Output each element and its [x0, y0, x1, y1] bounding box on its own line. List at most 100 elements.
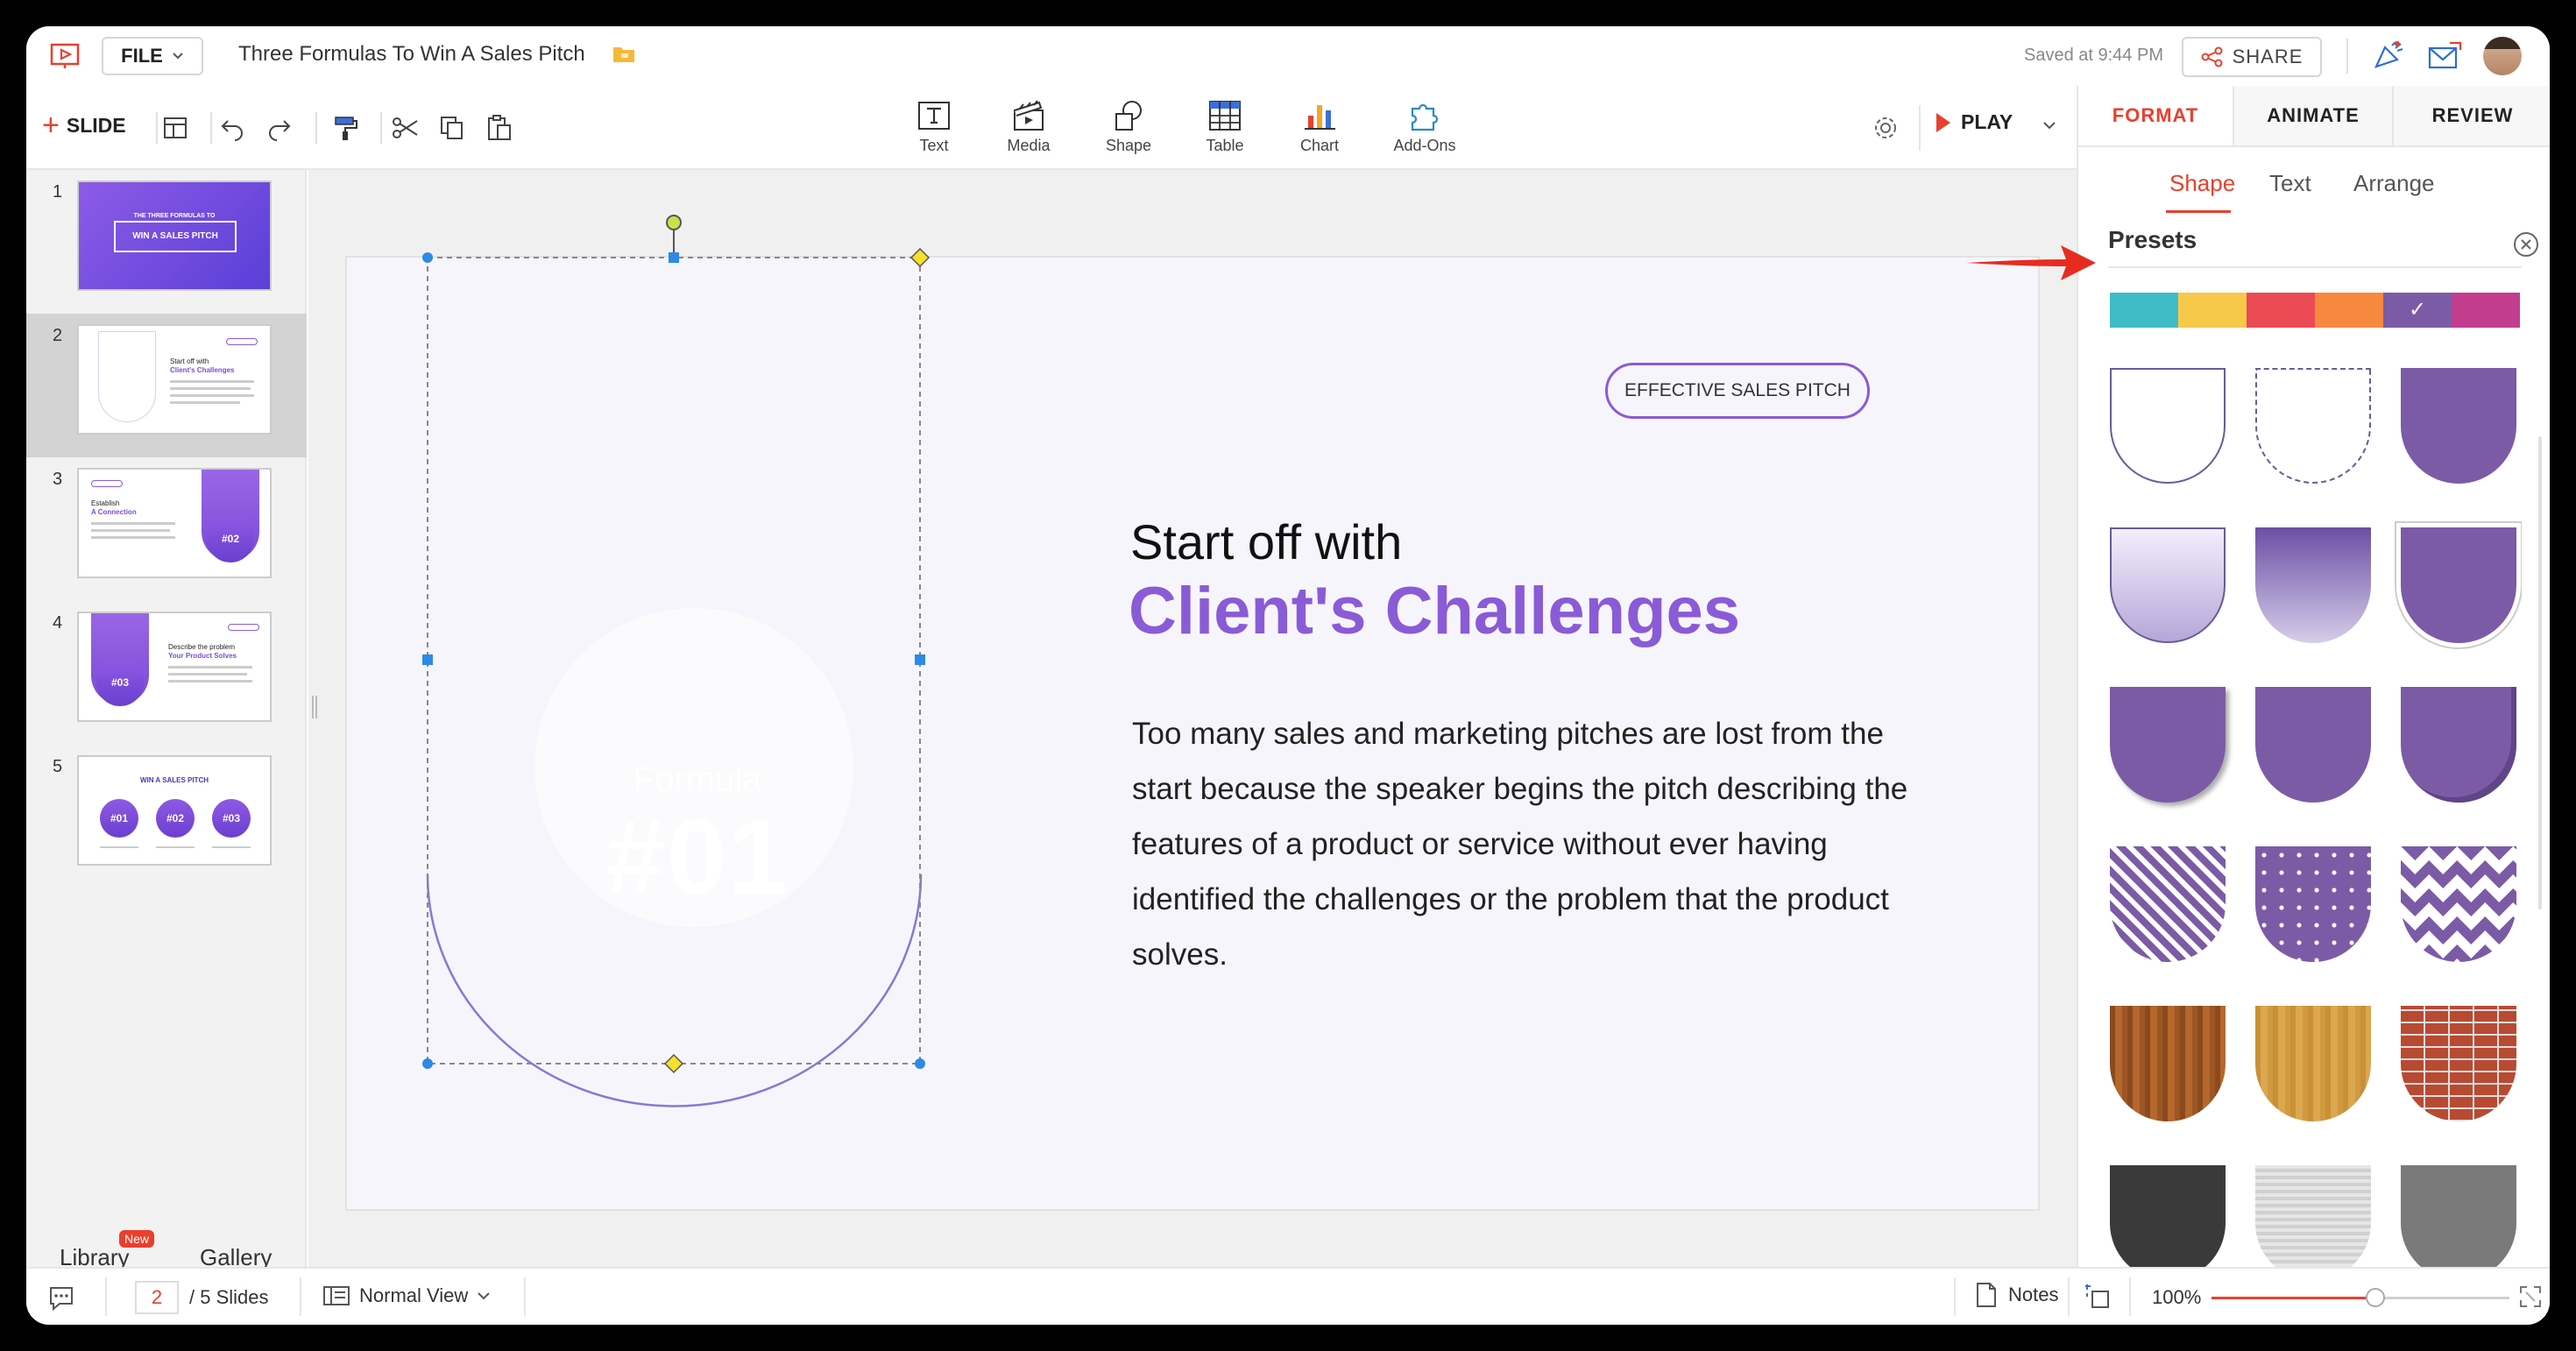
- normal-view-icon: [323, 1286, 350, 1305]
- preset-stripes[interactable]: [2110, 846, 2226, 962]
- insert-table-tool[interactable]: Table: [1181, 98, 1269, 159]
- palette-orange[interactable]: [2315, 293, 2383, 328]
- fit-to-selection-icon[interactable]: [2084, 1283, 2113, 1312]
- share-button[interactable]: SHARE: [2182, 37, 2322, 77]
- announcement-icon[interactable]: [2371, 40, 2404, 72]
- palette-magenta[interactable]: [2452, 293, 2520, 328]
- subtab-arrange[interactable]: Arrange: [2353, 170, 2435, 197]
- close-icon[interactable]: [2511, 230, 2541, 259]
- redo-icon[interactable]: [263, 112, 294, 144]
- preset-flat[interactable]: [2255, 687, 2371, 803]
- presets-scrollbar[interactable]: [2538, 436, 2542, 909]
- slide-heading-line1[interactable]: Start off with: [1130, 513, 1402, 570]
- notes-button[interactable]: Notes: [1975, 1281, 2058, 1309]
- feedback-mail-icon[interactable]: [2427, 40, 2462, 72]
- undo-icon[interactable]: [217, 112, 249, 144]
- insert-shape-tool[interactable]: Shape: [1085, 98, 1172, 159]
- thumb-pre: Describe the problem: [168, 643, 236, 651]
- view-mode-dropdown[interactable]: Normal View: [322, 1284, 491, 1307]
- preset-dark-gray[interactable]: [2110, 1165, 2226, 1270]
- thumb-text-line: [168, 666, 252, 668]
- layout-icon[interactable]: [159, 112, 191, 144]
- slide-thumbnail-2[interactable]: 2 Start off with Client's Challenges: [26, 314, 307, 457]
- folder-icon[interactable]: [612, 44, 636, 65]
- divider: [524, 1277, 526, 1316]
- play-options-chevron-icon[interactable]: [2040, 116, 2059, 135]
- slide-thumbnail-panel: 1 THE THREE FORMULAS TO WIN A SALES PITC…: [26, 170, 307, 1270]
- paste-icon[interactable]: [484, 112, 515, 144]
- slide-canvas[interactable]: Formula #01 EFFECTIVE SALES PITCH Start …: [347, 215, 2038, 1209]
- divider: [2129, 1277, 2131, 1316]
- user-avatar[interactable]: [2483, 37, 2522, 75]
- preset-white-border[interactable]: [2401, 527, 2516, 643]
- preset-dark-gradient[interactable]: [2255, 527, 2371, 643]
- subtab-shape[interactable]: Shape: [2169, 170, 2235, 197]
- thumb-pill: [228, 624, 259, 631]
- annotation-arrow-icon: [1966, 245, 2096, 280]
- tab-review[interactable]: REVIEW: [2394, 86, 2550, 145]
- format-painter-icon[interactable]: [329, 112, 361, 144]
- insert-chart-tool[interactable]: Chart: [1276, 98, 1363, 159]
- thumb-text-line: [91, 529, 170, 532]
- slide-heading-line2[interactable]: Client's Challenges: [1129, 573, 1740, 649]
- palette-red[interactable]: [2247, 293, 2315, 328]
- slide-thumbnail-3[interactable]: 3 Establish A Connection #02: [26, 457, 307, 601]
- tag-pill[interactable]: EFFECTIVE SALES PITCH: [1605, 363, 1870, 419]
- preset-bevel[interactable]: [2401, 687, 2516, 803]
- divider: [210, 112, 212, 144]
- preset-solid[interactable]: [2401, 368, 2516, 484]
- preset-dashed-outline[interactable]: [2255, 368, 2371, 484]
- insert-text-tool[interactable]: Text: [890, 98, 978, 159]
- preset-dots[interactable]: [2255, 846, 2371, 962]
- file-menu-label: FILE: [121, 45, 163, 67]
- thumb-pre: Start off with: [170, 357, 209, 365]
- insert-media-tool[interactable]: Media: [985, 98, 1072, 159]
- slide-body-text[interactable]: Too many sales and marketing pitches are…: [1132, 706, 1947, 982]
- shape-selection-overlay[interactable]: [347, 205, 931, 1134]
- preset-zigzag[interactable]: [2401, 846, 2516, 962]
- preset-light-wood[interactable]: [2255, 1006, 2371, 1121]
- file-menu-button[interactable]: FILE: [102, 37, 203, 75]
- preset-light-gray[interactable]: [2255, 1165, 2371, 1270]
- palette-purple[interactable]: ✓: [2383, 293, 2452, 328]
- preset-mid-gray[interactable]: [2401, 1165, 2516, 1270]
- insert-addons-tool[interactable]: Add-Ons: [1381, 98, 1468, 159]
- tab-animate[interactable]: ANIMATE: [2234, 86, 2392, 145]
- zoom-slider-knob[interactable]: [2366, 1288, 2385, 1307]
- preset-shadow[interactable]: [2110, 687, 2226, 803]
- panel-resize-handle[interactable]: [312, 696, 317, 718]
- insert-text-label: Text: [919, 137, 949, 154]
- preset-outline[interactable]: [2110, 368, 2226, 484]
- settings-gear-icon[interactable]: [1870, 112, 1901, 144]
- subtab-text[interactable]: Text: [2269, 170, 2311, 197]
- play-button[interactable]: PLAY: [1936, 110, 2013, 134]
- comments-icon[interactable]: [46, 1283, 77, 1312]
- bar-chart-icon: [1305, 105, 1335, 130]
- slide-thumbnail-4[interactable]: 4 #03 Describe the problem Your Product …: [26, 601, 307, 745]
- new-slide-button[interactable]: + SLIDE: [42, 110, 126, 140]
- preset-dark-wood[interactable]: [2110, 1006, 2226, 1121]
- tab-format[interactable]: FORMAT: [2078, 86, 2233, 145]
- divider: [156, 112, 158, 144]
- preset-light-gradient[interactable]: [2110, 527, 2226, 643]
- slide-thumbnail-1[interactable]: 1 THE THREE FORMULAS TO WIN A SALES PITC…: [26, 170, 307, 314]
- preset-brick[interactable]: [2401, 1006, 2516, 1121]
- palette-yellow[interactable]: [2178, 293, 2247, 328]
- zoom-slider[interactable]: [2212, 1288, 2509, 1307]
- cut-icon[interactable]: [389, 112, 421, 144]
- show-app-logo-icon[interactable]: [49, 42, 81, 70]
- fit-to-screen-icon[interactable]: [2518, 1284, 2543, 1309]
- divider: [105, 1277, 107, 1316]
- thumb-title: WIN A SALES PITCH: [139, 776, 209, 784]
- view-mode-label: Normal View: [359, 1284, 469, 1306]
- slide-preview: Establish A Connection #02: [77, 468, 272, 578]
- panel-tabs: FORMAT ANIMATE REVIEW: [2078, 86, 2550, 147]
- palette-teal[interactable]: [2110, 293, 2178, 328]
- document-title[interactable]: Three Formulas To Win A Sales Pitch: [238, 42, 585, 67]
- thumb-text-line: [168, 673, 247, 676]
- notes-label: Notes: [2008, 1284, 2059, 1305]
- copy-icon[interactable]: [436, 112, 468, 144]
- slide-thumbnail-5[interactable]: 5 WIN A SALES PITCH #01 #02 #03: [26, 745, 307, 888]
- format-panel: FORMAT ANIMATE REVIEW Shape Text Arrange…: [2077, 86, 2550, 1270]
- current-page-input[interactable]: 2: [135, 1281, 179, 1314]
